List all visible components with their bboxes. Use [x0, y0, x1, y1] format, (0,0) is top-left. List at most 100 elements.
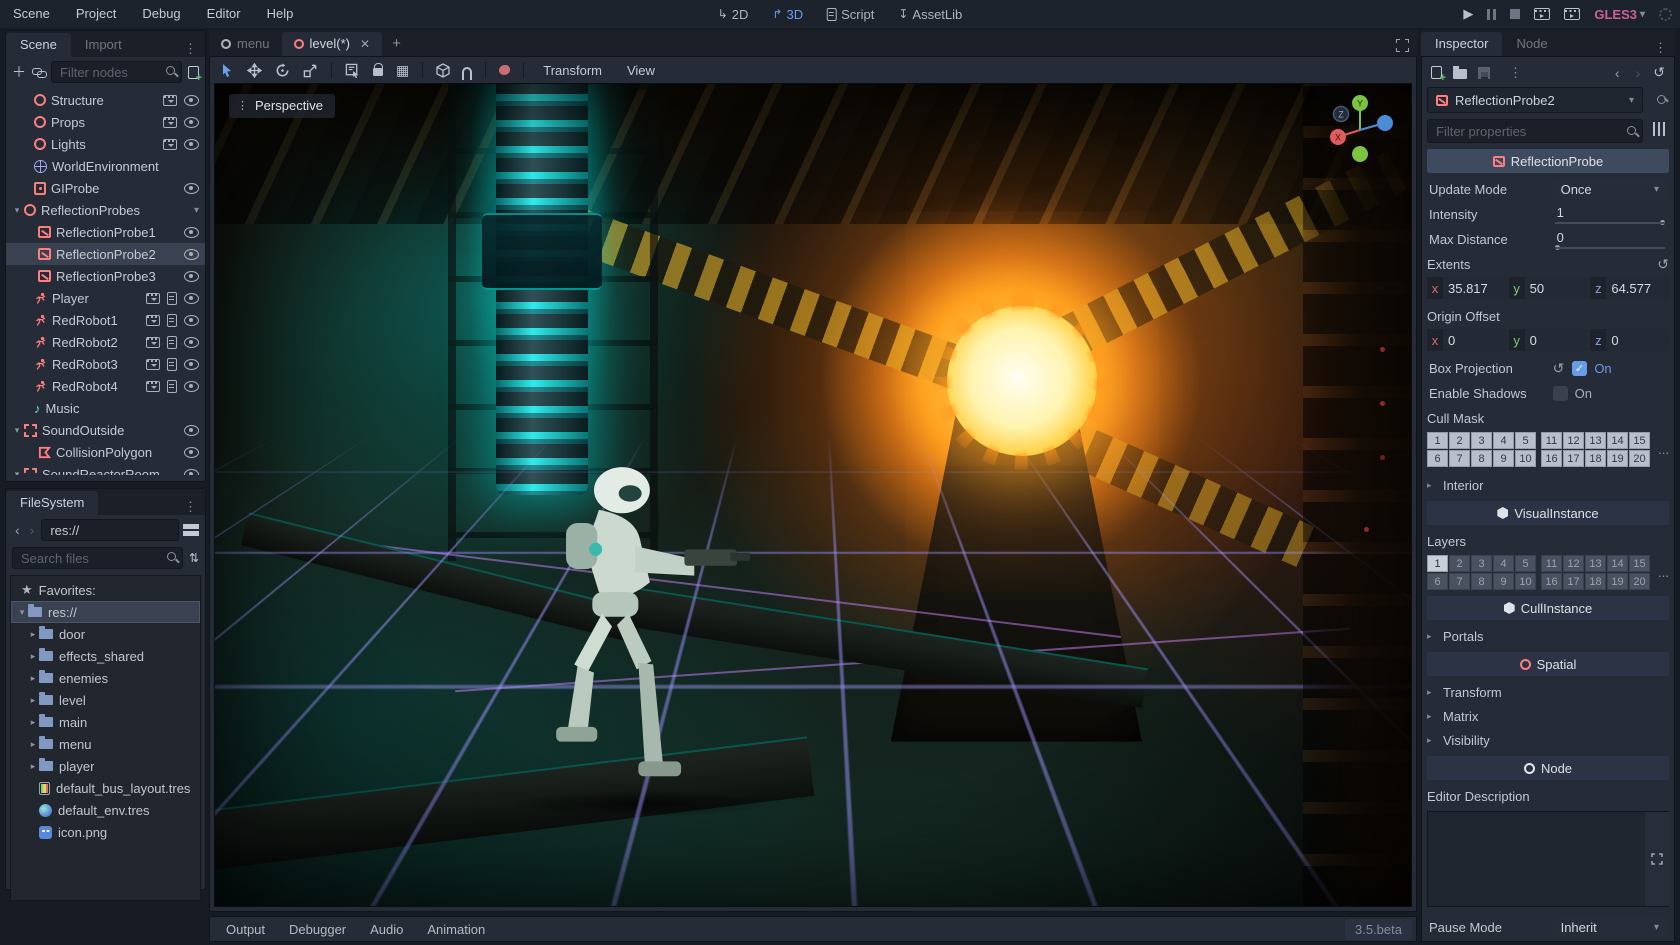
tree-item-structure[interactable]: Structure [6, 89, 205, 111]
tree-item-reflectionprobe1[interactable]: ReflectionProbe1 [6, 221, 205, 243]
cull-mask-bit[interactable]: 8 [1471, 450, 1492, 467]
tree-item-redrobot2[interactable]: RedRobot2 [6, 331, 205, 353]
stop-button[interactable] [1510, 9, 1521, 19]
section-transform[interactable]: ▸ Transform [1427, 680, 1669, 704]
script-icon[interactable] [167, 379, 177, 393]
file-item-effects-shared[interactable]: ▸ effects_shared [11, 645, 200, 667]
layer-bit[interactable]: 19 [1607, 573, 1628, 590]
workspace-script-button[interactable]: Script [819, 7, 882, 22]
cull-mask-bit[interactable]: 14 [1607, 432, 1628, 449]
group-toggle-icon[interactable] [146, 314, 160, 326]
collapse-icon[interactable]: ▾ [10, 469, 24, 476]
menu-debug[interactable]: Debug [129, 0, 193, 28]
select-tool-icon[interactable] [220, 63, 234, 78]
tab-import[interactable]: Import [71, 33, 136, 57]
axis-gizmo[interactable]: Y X Z [1323, 92, 1397, 166]
process-priority-input[interactable]: 0▴▾ [1553, 942, 1667, 943]
perspective-menu[interactable]: ⋮ Perspective [229, 94, 335, 118]
menu-scene[interactable]: Scene [0, 0, 63, 28]
visibility-icon[interactable] [184, 226, 199, 238]
tree-item-props[interactable]: Props [6, 111, 205, 133]
visibility-icon[interactable] [184, 292, 199, 304]
dock-menu-icon[interactable]: ⋮ [176, 41, 205, 57]
tab-audio[interactable]: Audio [358, 922, 415, 937]
layer-bit[interactable]: 14 [1607, 555, 1628, 572]
dock-menu-icon[interactable]: ⋮ [176, 499, 205, 515]
layer-bit[interactable]: 1 [1427, 555, 1448, 572]
group-toggle-icon[interactable] [146, 336, 160, 348]
renderer-select[interactable]: GLES3 ▾ [1594, 7, 1645, 22]
workspace-3d-button[interactable]: ↱ 3D [764, 7, 811, 22]
tree-item-redrobot3[interactable]: RedRobot3 [6, 353, 205, 375]
cull-mask-bit[interactable]: 7 [1449, 450, 1470, 467]
cull-mask-bit[interactable]: 16 [1541, 450, 1562, 467]
move-tool-icon[interactable] [247, 62, 262, 78]
visibility-icon[interactable] [184, 358, 199, 370]
tab-level-scene[interactable]: level(*) ✕ [281, 32, 383, 56]
file-item-default-env[interactable]: default_env.tres [11, 799, 200, 821]
new-resource-button[interactable] [1431, 66, 1446, 84]
tree-item-redrobot1[interactable]: RedRobot1 [6, 309, 205, 331]
origin-y-input[interactable]: y0 [1508, 329, 1588, 351]
layer-bit[interactable]: 16 [1541, 573, 1562, 590]
scale-tool-icon[interactable] [303, 63, 318, 78]
script-icon[interactable] [167, 291, 177, 305]
workspace-2d-button[interactable]: ↳ 2D [710, 7, 757, 22]
extents-x-input[interactable]: x 35.817 [1427, 277, 1506, 299]
origin-z-input[interactable]: z0 [1590, 329, 1670, 351]
section-visibility[interactable]: ▸ Visibility [1427, 728, 1669, 752]
layer-bit[interactable]: 18 [1585, 573, 1606, 590]
search-files-input[interactable]: Search files [12, 547, 183, 569]
dock-menu-icon[interactable]: ⋮ [1646, 40, 1675, 56]
3d-viewport[interactable]: ⋮ Perspective Y X Z [214, 83, 1412, 907]
history-back-button[interactable]: ‹ [1612, 65, 1623, 81]
cull-mask-bit[interactable]: 3 [1471, 432, 1492, 449]
cull-mask-bit[interactable]: 13 [1585, 432, 1606, 449]
file-item-icon-png[interactable]: icon.png [11, 821, 200, 843]
cull-mask-bit[interactable]: 11 [1541, 432, 1562, 449]
tree-item-music[interactable]: ♪ Music [6, 397, 205, 419]
visibility-icon[interactable] [184, 138, 199, 150]
extents-y-input[interactable]: y 50 [1508, 277, 1588, 299]
back-button[interactable]: ‹ [12, 522, 23, 538]
resource-menu-icon[interactable]: ⋮ [1501, 65, 1530, 81]
cull-mask-bit[interactable]: 5 [1515, 432, 1536, 449]
layer-bit[interactable]: 9 [1493, 573, 1514, 590]
tab-output[interactable]: Output [214, 922, 277, 937]
cull-mask-bit[interactable]: 1 [1427, 432, 1448, 449]
load-resource-button[interactable] [1453, 66, 1467, 79]
menu-project[interactable]: Project [63, 0, 129, 28]
tree-item-soundreactorroom[interactable]: ▾ SoundReactorRoom [6, 463, 205, 475]
visibility-icon[interactable] [184, 248, 199, 260]
group-toggle-icon[interactable] [146, 358, 160, 370]
file-item-level[interactable]: ▸ level [11, 689, 200, 711]
play-custom-scene-button[interactable] [1564, 8, 1581, 20]
history-icon[interactable]: ↺ [1653, 64, 1665, 81]
file-item-player[interactable]: ▸ player [11, 755, 200, 777]
layer-bit[interactable]: 4 [1493, 555, 1514, 572]
filter-properties-input[interactable]: Filter properties [1427, 119, 1643, 143]
layer-bit[interactable]: 3 [1471, 555, 1492, 572]
layer-bit[interactable]: 6 [1427, 573, 1448, 590]
lock-icon[interactable] [373, 63, 384, 76]
tab-inspector[interactable]: Inspector [1421, 32, 1503, 56]
play-button[interactable]: ▶ [1463, 6, 1473, 22]
rotate-tool-icon[interactable] [275, 62, 290, 78]
layer-bit[interactable]: 13 [1585, 555, 1606, 572]
enable-shadows-checkbox[interactable] [1552, 386, 1568, 401]
cull-mask-bit[interactable]: 6 [1427, 450, 1448, 467]
file-item-enemies[interactable]: ▸ enemies [11, 667, 200, 689]
group-toggle-icon[interactable] [163, 138, 177, 150]
visibility-icon[interactable] [184, 94, 199, 106]
group-toggle-icon[interactable] [163, 94, 177, 106]
sort-icon[interactable]: ⇅ [189, 551, 199, 565]
add-scene-tab-button[interactable]: + [382, 35, 411, 56]
distraction-free-icon[interactable] [1396, 39, 1409, 52]
collapse-icon[interactable]: ▾ [10, 205, 24, 216]
layer-bit[interactable]: 5 [1515, 555, 1536, 572]
visibility-icon[interactable] [184, 182, 199, 194]
add-node-button[interactable]: ＋ [12, 62, 26, 82]
filter-nodes-input[interactable]: Filter nodes [51, 61, 182, 83]
script-icon[interactable] [167, 357, 177, 371]
script-icon[interactable] [167, 335, 177, 349]
